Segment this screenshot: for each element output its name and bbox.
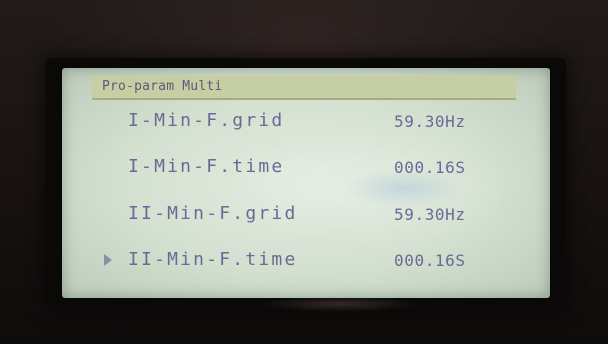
row-label: II-Min-F.grid bbox=[128, 203, 298, 224]
page-title: Pro-param Multi bbox=[102, 79, 223, 94]
row-label: I-Min-F.grid bbox=[128, 110, 285, 131]
menu-row-i-min-f-time[interactable]: I-Min-F.time 000.16S bbox=[92, 150, 516, 186]
right-triangle-icon bbox=[104, 254, 112, 266]
menu-row-ii-min-f-time[interactable]: II-Min-F.time 000.16S bbox=[92, 243, 516, 279]
row-value: 59.30Hz bbox=[394, 112, 466, 131]
row-value: 59.30Hz bbox=[394, 205, 466, 224]
header-bar: Pro-param Multi bbox=[92, 76, 516, 100]
bezel-reflection bbox=[260, 296, 420, 312]
menu-row-ii-min-f-grid[interactable]: II-Min-F.grid 59.30Hz bbox=[92, 197, 516, 233]
row-label: II-Min-F.time bbox=[128, 249, 298, 270]
lcd-screen: Pro-param Multi I-Min-F.grid 59.30Hz I-M… bbox=[62, 68, 550, 298]
row-value: 000.16S bbox=[394, 251, 466, 270]
row-value: 000.16S bbox=[394, 158, 466, 177]
row-label: I-Min-F.time bbox=[128, 156, 285, 177]
menu-row-i-min-f-grid[interactable]: I-Min-F.grid 59.30Hz bbox=[92, 104, 516, 140]
